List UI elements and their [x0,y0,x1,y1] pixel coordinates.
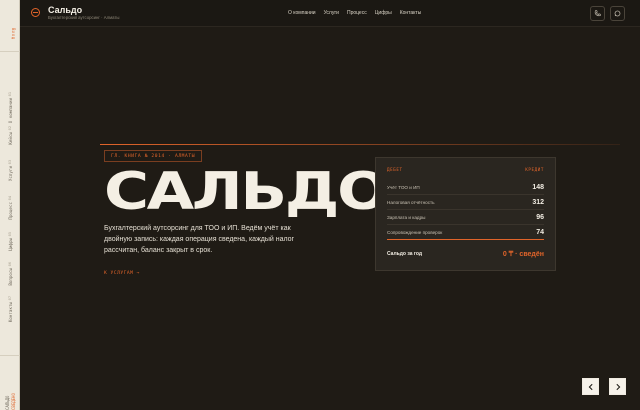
whatsapp-icon [614,10,621,17]
prev-button[interactable] [582,378,599,395]
ledger-total: Сальдо за год 0 ₸ · сведён [387,248,544,260]
nav-process[interactable]: Процесс [347,10,367,16]
rail-item-num: 05 [8,232,12,237]
ledger-total-label: Сальдо за год [387,251,423,257]
rail-item-label: Кейсы [7,132,13,145]
ledger-row-label: Сопровождение проверок [387,230,443,235]
ledger-row-value: 96 [536,214,544,221]
rail-item-label: Контакты [7,302,13,323]
nav-numbers[interactable]: Цифры [375,10,392,16]
nav-services[interactable]: Услуги [324,10,339,16]
site-header: Сальдо Бухгалтерский аутсорсинг · Алматы… [20,0,640,27]
nav-contacts[interactable]: Контакты [400,10,422,16]
services-link[interactable]: К УСЛУГАМ → [104,271,140,276]
chevron-right-icon [615,383,620,390]
hero-description: Бухгалтерский аутсорсинг для ТОО и ИП. В… [104,225,295,254]
rail-bottom-label: САЛЬДО [4,395,10,410]
hero-divider [100,144,620,145]
ledger-row: Налоговая отчётность 312 [387,196,544,210]
ledger-row: Сопровождение проверок 74 [387,226,544,240]
rail-item-label: Услуги [7,166,13,182]
nav-about[interactable]: О компании [288,10,316,16]
rail-item-num: 03 [8,160,12,165]
ledger-row-label: Зарплата и кадры [387,215,426,220]
ledger-card: ДЕБЕТ КРЕДИТ Учёт ТОО и ИП 148 Налоговая… [375,157,556,271]
chevron-left-icon [588,383,593,390]
phone-button[interactable] [590,6,605,21]
ledger-row-label: Учёт ТОО и ИП [387,185,420,190]
left-rail: Вход 01 О компании 02 Кейсы 03 Услуги 04… [0,0,20,410]
ledger-header: ДЕБЕТ КРЕДИТ [387,167,544,175]
brand-name[interactable]: Сальдо [48,5,82,15]
hero-title: САЛЬДО [104,162,389,222]
ledger-row-value: 74 [536,229,544,236]
ledger-row-value: 148 [532,184,544,191]
ledger-total-value: 0 ₸ · сведён [502,251,544,258]
rail-item-label: О компании [7,98,13,124]
rail-item-contacts[interactable]: 07 Контакты [0,296,20,344]
credit-label: КРЕДИТ [525,167,544,172]
ledger-row: Учёт ТОО и ИП 148 [387,181,544,195]
phone-icon [594,10,601,17]
rail-item-num: 01 [8,92,12,97]
rail-item-label: Цифры [7,238,13,251]
rail-top-label[interactable]: Вход [4,28,16,40]
rail-item-label: Процесс [7,202,13,220]
ledger-row: Зарплата и кадры 96 [387,211,544,225]
brand-subtitle: Бухгалтерский аутсорсинг · Алматы [48,15,120,20]
rail-bottom-status: СВЕДЕНО [10,393,16,410]
ledger-row-value: 312 [532,199,544,206]
logo-icon[interactable] [31,8,40,17]
hero-tag: ГЛ. КНИГА № 2014 · АЛМАТЫ [104,150,203,162]
rail-item-label: Вопросы [7,268,13,286]
ledger-row-label: Налоговая отчётность [387,200,435,205]
debit-label: ДЕБЕТ [387,167,403,172]
rail-bottom: САЛЬДО СВЕДЕНО [0,355,20,410]
rail-item-num: 02 [8,126,12,131]
rail-item-num: 04 [8,196,12,201]
next-button[interactable] [609,378,626,395]
whatsapp-button[interactable] [610,6,625,21]
rail-item-num: 07 [8,296,12,301]
main-nav: О компании Услуги Процесс Цифры Контакты [288,10,421,16]
rail-top: Вход [0,0,20,52]
rail-item-num: 06 [8,262,12,267]
